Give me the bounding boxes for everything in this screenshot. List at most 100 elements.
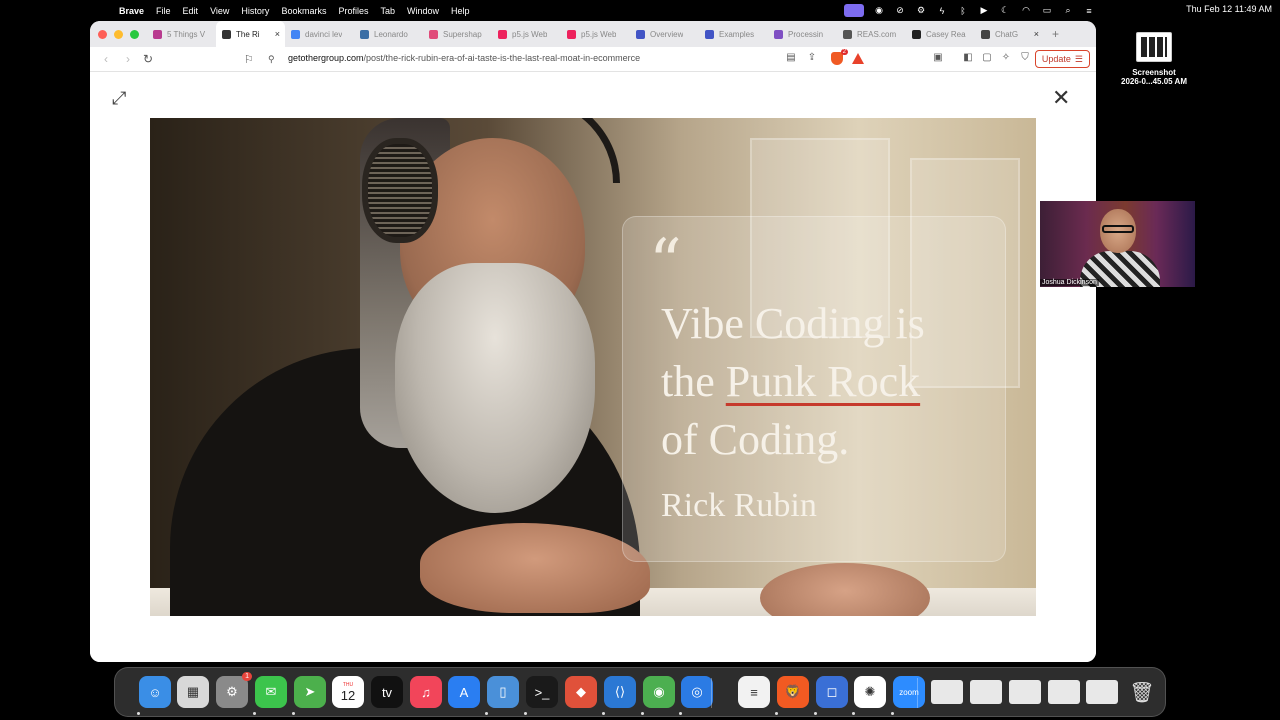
dock-app-docker[interactable]: ◻ bbox=[816, 676, 848, 708]
dock-app-launchpad[interactable]: ▦ bbox=[177, 676, 209, 708]
tab-11[interactable]: Casey Rea bbox=[906, 21, 975, 47]
dock-app-proxyman[interactable]: ◎ bbox=[681, 676, 713, 708]
dock-trash-icon[interactable]: 🗑 bbox=[1126, 676, 1158, 708]
update-button[interactable]: Update ☰ bbox=[1034, 50, 1090, 68]
tab-close-icon[interactable]: × bbox=[1034, 29, 1039, 39]
site-settings-icon[interactable]: ⚲ bbox=[268, 54, 275, 65]
mute-icon[interactable]: ⊘ bbox=[894, 5, 906, 16]
dock-app-app-store[interactable]: A bbox=[448, 676, 480, 708]
menu-window[interactable]: Window bbox=[407, 6, 439, 16]
tab-5[interactable]: p5.js Web bbox=[492, 21, 561, 47]
menu-view[interactable]: View bbox=[210, 6, 229, 16]
close-lightbox-icon[interactable]: ✕ bbox=[1052, 87, 1070, 109]
menu-bookmarks[interactable]: Bookmarks bbox=[281, 6, 326, 16]
reader-mode-icon[interactable]: ▤ bbox=[784, 52, 798, 63]
back-icon[interactable]: ‹ bbox=[100, 52, 112, 66]
tab-7[interactable]: Overview bbox=[630, 21, 699, 47]
address-bar[interactable]: getothergroup.com/post/the-rick-rubin-er… bbox=[288, 53, 640, 63]
menu-help[interactable]: Help bbox=[451, 6, 470, 16]
tab-close-icon[interactable]: × bbox=[275, 29, 280, 39]
sidebar-icon[interactable]: ◧ bbox=[961, 52, 975, 63]
battery-icon[interactable]: ▭ bbox=[1041, 5, 1053, 16]
settings-gear-icon[interactable]: ⚙ bbox=[915, 5, 927, 16]
tab-12[interactable]: ChatG × bbox=[975, 21, 1044, 47]
webcam-overlay[interactable]: Joshua Dickinson bbox=[1040, 201, 1195, 287]
tab-0[interactable]: 5 Things V bbox=[147, 21, 216, 47]
tab-2[interactable]: davinci lev bbox=[285, 21, 354, 47]
tab-8[interactable]: Examples bbox=[699, 21, 768, 47]
menu-tab[interactable]: Tab bbox=[380, 6, 395, 16]
expand-icon[interactable]: ⤢ bbox=[112, 88, 126, 109]
dock-app-music[interactable]: ♫ bbox=[410, 676, 442, 708]
share-icon[interactable]: ⇪ bbox=[805, 52, 819, 63]
menu-profiles[interactable]: Profiles bbox=[338, 6, 368, 16]
quote-card: “ Vibe Coding is the Punk Rock of Coding… bbox=[622, 216, 1006, 562]
control-center-icon[interactable]: ≡ bbox=[1083, 6, 1095, 16]
quote-line: of Coding. bbox=[661, 415, 850, 464]
tab-9[interactable]: Processin bbox=[768, 21, 837, 47]
menu-file[interactable]: File bbox=[156, 6, 171, 16]
dock-app-simulator[interactable]: ▯ bbox=[487, 676, 519, 708]
wallet-icon[interactable]: ▢ bbox=[980, 52, 994, 63]
tab-4[interactable]: Supershap bbox=[423, 21, 492, 47]
dock-running-indicator bbox=[524, 712, 527, 715]
desktop-file-screenshot[interactable]: Screenshot 2026-0...45.05 AM bbox=[1118, 32, 1190, 86]
brave-rewards-icon[interactable] bbox=[851, 53, 865, 67]
bookmark-icon[interactable]: ⚐ bbox=[244, 53, 254, 66]
tab-favicon-icon bbox=[429, 29, 438, 39]
tab-1[interactable]: The Ri × bbox=[216, 21, 285, 47]
dock-minimized-window[interactable] bbox=[931, 680, 963, 704]
wifi-icon[interactable]: ◠ bbox=[1020, 5, 1032, 16]
dock-minimized-window[interactable] bbox=[1009, 680, 1041, 704]
minimize-window-button[interactable] bbox=[114, 29, 123, 39]
dock-app-chrome[interactable]: ◉ bbox=[643, 676, 675, 708]
dock-app-maps[interactable]: ➤ bbox=[294, 676, 326, 708]
zoom-status-icon[interactable]: ◉ bbox=[873, 5, 885, 16]
dock-app-brave[interactable]: 🦁 bbox=[777, 676, 809, 708]
tab-overview-icon[interactable]: ▣ bbox=[931, 52, 945, 63]
dock-app-chatgpt[interactable]: ✺ bbox=[854, 676, 886, 708]
dock-minimized-window[interactable] bbox=[970, 680, 1002, 704]
dock-minimized-window[interactable] bbox=[1048, 680, 1080, 704]
dock-app-finder[interactable]: ☺ bbox=[139, 676, 171, 708]
tab-label: Supershap bbox=[443, 29, 482, 39]
play-icon[interactable]: ▶ bbox=[978, 5, 990, 16]
tab-3[interactable]: Leonardo bbox=[354, 21, 423, 47]
quote-line-pre: the bbox=[661, 357, 726, 406]
tab-10[interactable]: REAS.com bbox=[837, 21, 906, 47]
dock-minimized-window[interactable] bbox=[1086, 680, 1118, 704]
tab-label: Casey Rea bbox=[926, 29, 966, 39]
dock-app-tv[interactable]: tv bbox=[371, 676, 403, 708]
bluetooth-icon[interactable]: ᛒ bbox=[957, 6, 969, 16]
forward-icon[interactable]: › bbox=[122, 52, 134, 66]
reload-icon[interactable]: ↻ bbox=[142, 52, 154, 66]
menu-edit[interactable]: Edit bbox=[183, 6, 199, 16]
dock-app-calendar[interactable]: THU 12 bbox=[332, 676, 364, 708]
tab-label: Processin bbox=[788, 29, 824, 39]
leo-ai-icon[interactable]: ✧ bbox=[999, 52, 1013, 63]
dock-app-terminal[interactable]: >_ bbox=[526, 676, 558, 708]
maximize-window-button[interactable] bbox=[130, 29, 139, 39]
search-icon[interactable]: ⌕ bbox=[1062, 5, 1074, 16]
bolt-icon[interactable]: ϟ bbox=[936, 6, 948, 16]
menu-clock[interactable]: Thu Feb 12 11:49 AM bbox=[1186, 4, 1272, 14]
screen-recording-icon[interactable] bbox=[844, 4, 864, 17]
dock-running-indicator bbox=[137, 712, 140, 715]
dock-app-messages[interactable]: ✉ bbox=[255, 676, 287, 708]
dock-app-notes[interactable]: ≡ bbox=[738, 676, 770, 708]
quote-line: the Punk Rock bbox=[661, 353, 1001, 411]
vpn-icon[interactable]: ⛉ bbox=[1018, 52, 1032, 63]
close-window-button[interactable] bbox=[98, 29, 107, 39]
window-controls bbox=[98, 29, 139, 39]
new-tab-button[interactable]: + bbox=[1052, 27, 1059, 41]
menu-app-name[interactable]: Brave bbox=[119, 6, 144, 16]
tab-6[interactable]: p5.js Web bbox=[561, 21, 630, 47]
dock-app-vs-code[interactable]: ⟨⟩ bbox=[604, 676, 636, 708]
focus-moon-icon[interactable]: ☾ bbox=[999, 5, 1011, 16]
brave-shields-icon[interactable]: 2 bbox=[830, 49, 848, 68]
tab-label: The Ri bbox=[236, 29, 260, 39]
menu-history[interactable]: History bbox=[241, 6, 269, 16]
dock-app-system-settings[interactable]: ⚙ 1 bbox=[216, 672, 252, 708]
dock-app-zoom[interactable]: zoom bbox=[893, 676, 925, 708]
dock-app-git[interactable]: ◆ bbox=[565, 676, 597, 708]
